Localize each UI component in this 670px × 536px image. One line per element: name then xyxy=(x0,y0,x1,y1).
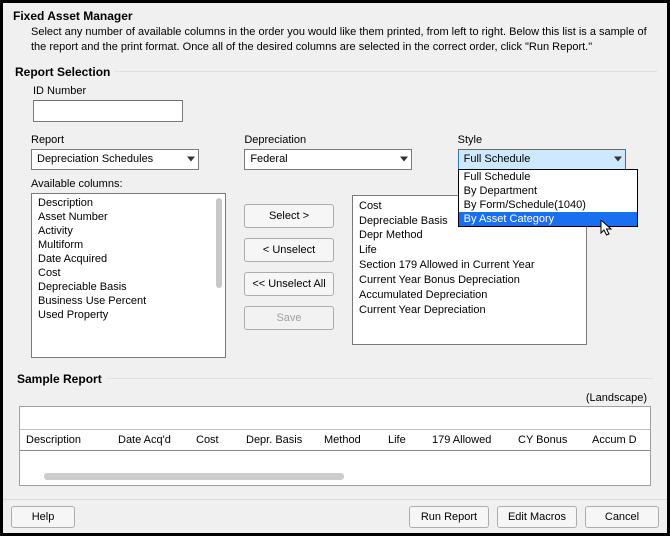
column-header: Accum D xyxy=(586,434,646,446)
column-header: Date Acq'd xyxy=(112,434,190,446)
unselect-button[interactable]: < Unselect xyxy=(244,238,334,262)
list-item[interactable]: Multiform xyxy=(32,238,225,252)
style-dropdown: Full Schedule By Department By Form/Sche… xyxy=(458,169,638,227)
chevron-down-icon xyxy=(187,157,195,162)
column-header: Description xyxy=(20,434,112,446)
list-item[interactable]: Current Year Depreciation xyxy=(359,303,580,318)
column-header: Cost xyxy=(190,434,240,446)
cancel-button[interactable]: Cancel xyxy=(585,506,659,528)
chevron-down-icon xyxy=(400,157,408,162)
sample-report-legend: Sample Report xyxy=(17,372,106,386)
list-item[interactable]: Date Acquired xyxy=(32,252,225,266)
style-option[interactable]: By Asset Category xyxy=(459,212,637,226)
sample-header-row: Description Date Acq'd Cost Depr. Basis … xyxy=(20,429,650,451)
column-header: Method xyxy=(318,434,382,446)
style-combo-value: Full Schedule xyxy=(464,153,531,165)
edit-macros-button[interactable]: Edit Macros xyxy=(497,506,577,528)
list-item[interactable]: Depreciable Basis xyxy=(32,280,225,294)
depreciation-label: Depreciation xyxy=(244,134,435,146)
save-button[interactable]: Save xyxy=(244,306,334,330)
unselect-all-button[interactable]: << Unselect All xyxy=(244,272,334,296)
column-header: CY Bonus xyxy=(512,434,586,446)
list-item[interactable]: Depr Method xyxy=(359,228,580,243)
run-report-button[interactable]: Run Report xyxy=(409,506,489,528)
list-item[interactable]: Section 179 Allowed in Current Year xyxy=(359,258,580,273)
report-selection-group: Report Selection ID Number xyxy=(13,65,657,126)
sample-report-group: Sample Report (Landscape) Description Da… xyxy=(17,372,653,486)
column-header: Depr. Basis xyxy=(240,434,318,446)
list-item[interactable]: Accumulated Depreciation xyxy=(359,288,580,303)
style-option[interactable]: Full Schedule xyxy=(459,170,637,184)
id-number-label: ID Number xyxy=(33,85,655,97)
style-label: Style xyxy=(458,134,649,146)
help-button[interactable]: Help xyxy=(11,506,75,528)
list-item[interactable]: Asset Number xyxy=(32,210,225,224)
available-columns-label: Available columns: xyxy=(31,178,226,190)
style-combo[interactable]: Full Schedule xyxy=(458,149,626,170)
sample-report-preview: Description Date Acq'd Cost Depr. Basis … xyxy=(19,406,651,486)
id-number-input[interactable] xyxy=(33,100,183,122)
list-item[interactable]: Activity xyxy=(32,224,225,238)
column-header: 179 Allowed xyxy=(426,434,512,446)
report-selection-legend: Report Selection xyxy=(15,65,114,79)
list-item[interactable]: Cost xyxy=(32,266,225,280)
list-item[interactable]: Life xyxy=(359,243,580,258)
chevron-down-icon xyxy=(614,157,622,162)
scrollbar[interactable] xyxy=(44,473,344,480)
intro-text: Select any number of available columns i… xyxy=(31,25,657,55)
list-item[interactable]: Current Year Bonus Depreciation xyxy=(359,273,580,288)
depreciation-combo[interactable]: Federal xyxy=(244,149,412,170)
scrollbar[interactable] xyxy=(216,198,222,288)
report-combo-value: Depreciation Schedules xyxy=(37,153,153,165)
orientation-label: (Landscape) xyxy=(17,392,647,404)
available-columns-list[interactable]: Description Asset Number Activity Multif… xyxy=(31,193,226,358)
footer-bar: Help Run Report Edit Macros Cancel xyxy=(3,499,667,533)
column-header: Life xyxy=(382,434,426,446)
depreciation-combo-value: Federal xyxy=(250,153,287,165)
list-item[interactable]: Description xyxy=(32,196,225,210)
page-title: Fixed Asset Manager xyxy=(13,9,657,23)
report-label: Report xyxy=(31,134,222,146)
list-item[interactable]: Used Property xyxy=(32,308,225,322)
style-option[interactable]: By Department xyxy=(459,184,637,198)
style-option[interactable]: By Form/Schedule(1040) xyxy=(459,198,637,212)
select-button[interactable]: Select > xyxy=(244,204,334,228)
list-item[interactable]: Business Use Percent xyxy=(32,294,225,308)
report-combo[interactable]: Depreciation Schedules xyxy=(31,149,199,170)
